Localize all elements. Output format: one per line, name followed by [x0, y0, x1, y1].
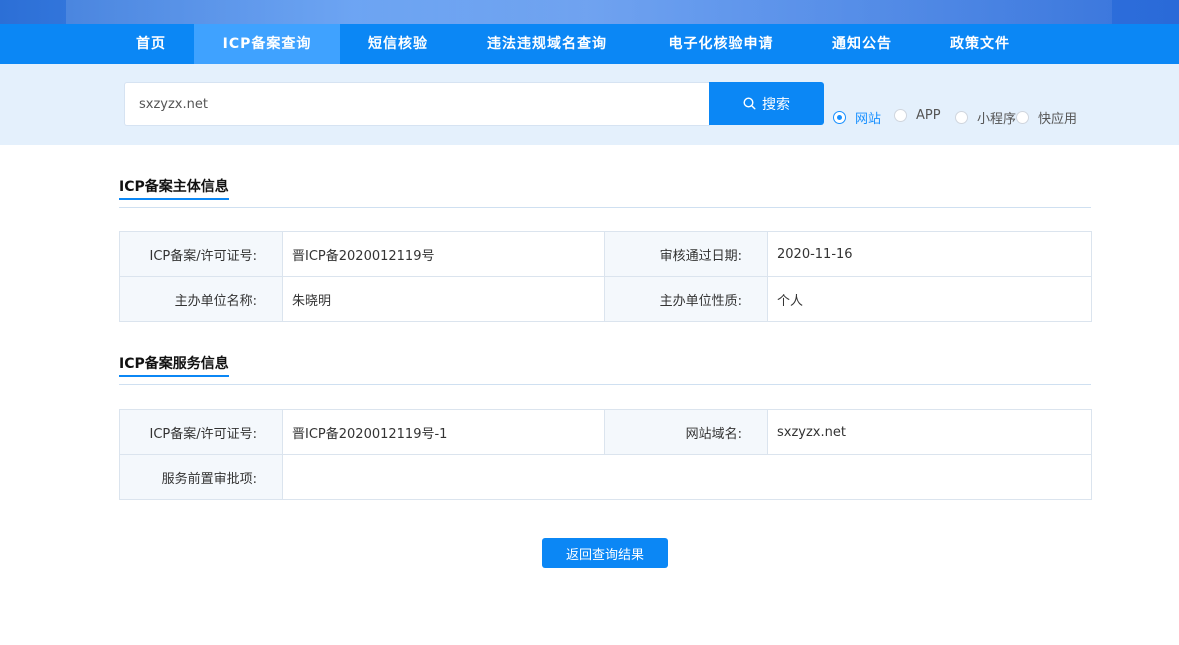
nav-item-illegal-domain-query[interactable]: 违法违规域名查询 [470, 24, 624, 64]
subject-info-table: ICP备案/许可证号: 晋ICP备2020012119号 审核通过日期: 202… [119, 231, 1092, 322]
license-key: ICP备案/许可证号: [119, 231, 283, 277]
radio-quick-app[interactable]: 快应用 [1016, 108, 1077, 127]
radio-dot-icon [955, 111, 968, 124]
back-to-results-button[interactable]: 返回查询结果 [542, 538, 668, 568]
section-divider [119, 384, 1091, 385]
domain-key: 网站域名: [604, 409, 768, 455]
radio-label-quick-app: 快应用 [1038, 112, 1078, 127]
radio-website[interactable]: 网站 [833, 108, 881, 127]
domain-value: sxzyzx.net [767, 409, 1092, 455]
radio-dot-icon [894, 109, 907, 122]
section-divider [119, 207, 1091, 208]
table-row: 主办单位名称: 朱晓明 主办单位性质: 个人 [119, 276, 1092, 322]
pre-approval-value [282, 454, 1092, 500]
license-value: 晋ICP备2020012119号 [282, 231, 605, 277]
service-info-table: ICP备案/许可证号: 晋ICP备2020012119号-1 网站域名: sxz… [119, 409, 1092, 500]
approval-date-value: 2020-11-16 [767, 231, 1092, 277]
search-button[interactable]: 搜索 [709, 82, 824, 125]
radio-dot-icon [833, 111, 846, 124]
sponsor-name-value: 朱晓明 [282, 276, 605, 322]
section-title-subject: ICP备案主体信息 [119, 179, 229, 195]
main-nav: 首页 ICP备案查询 短信核验 违法违规域名查询 电子化核验申请 通知公告 政策… [0, 24, 1179, 64]
radio-label-app: APP [916, 108, 941, 123]
section-title-underline [119, 198, 229, 200]
radio-label-mini-program: 小程序 [977, 112, 1017, 127]
top-banner [0, 0, 1179, 24]
table-row: ICP备案/许可证号: 晋ICP备2020012119号-1 网站域名: sxz… [119, 409, 1092, 455]
nav-item-policy-docs[interactable]: 政策文件 [936, 24, 1024, 64]
search-button-label: 搜索 [762, 96, 790, 113]
sponsor-type-value: 个人 [767, 276, 1092, 322]
table-row: 服务前置审批项: [119, 454, 1092, 500]
sponsor-type-key: 主办单位性质: [604, 276, 768, 322]
nav-item-sms-verify[interactable]: 短信核验 [350, 24, 446, 64]
sponsor-name-key: 主办单位名称: [119, 276, 283, 322]
service-license-value: 晋ICP备2020012119号-1 [282, 409, 605, 455]
table-row: ICP备案/许可证号: 晋ICP备2020012119号 审核通过日期: 202… [119, 231, 1092, 277]
section-title-underline [119, 375, 229, 377]
approval-date-key: 审核通过日期: [604, 231, 768, 277]
nav-item-e-verify-apply[interactable]: 电子化核验申请 [654, 24, 788, 64]
nav-item-notices[interactable]: 通知公告 [818, 24, 906, 64]
nav-item-home[interactable]: 首页 [114, 24, 188, 64]
radio-dot-icon [1016, 111, 1029, 124]
radio-label-website: 网站 [855, 112, 882, 127]
search-icon [743, 97, 756, 110]
radio-mini-program[interactable]: 小程序 [955, 108, 1016, 127]
service-license-key: ICP备案/许可证号: [119, 409, 283, 455]
nav-item-icp-query[interactable]: ICP备案查询 [194, 24, 340, 64]
section-title-service: ICP备案服务信息 [119, 356, 229, 372]
search-input[interactable] [124, 82, 710, 126]
radio-app[interactable]: APP [894, 108, 941, 123]
pre-approval-key: 服务前置审批项: [119, 454, 283, 500]
